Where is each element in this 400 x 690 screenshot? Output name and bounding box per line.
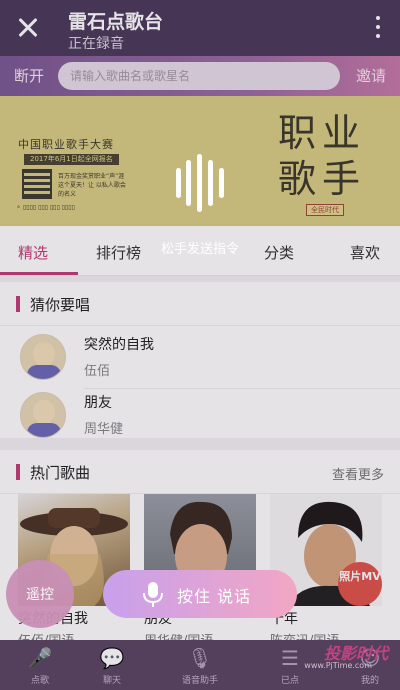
banner-big-text: 职业歌手 (278, 111, 367, 201)
guess-section-header: 猜你要唱 (0, 282, 400, 326)
hold-to-talk-button[interactable]: 按住 说话 (103, 570, 297, 618)
hot-section-header: 热门歌曲 查看更多 (0, 450, 400, 494)
mv-badge: 照片MV (338, 562, 382, 606)
search-bar: 断开 邀请 (0, 56, 400, 96)
list-icon: ☰ (281, 646, 299, 670)
tab-favorites[interactable]: 喜欢 (350, 242, 380, 263)
see-more-link[interactable]: 查看更多 (332, 464, 384, 483)
talk-button-label: 按住 说话 (177, 587, 252, 606)
hot-section-title: 热门歌曲 (30, 464, 91, 482)
nav-label: 聊天 (102, 676, 121, 686)
section-marker (16, 296, 20, 312)
close-icon[interactable] (14, 14, 42, 42)
watermark-url: www.PjTime.com (304, 661, 372, 670)
voice-recording-overlay: 松手发送指令 (142, 150, 258, 268)
tab-featured[interactable]: 精选 (18, 242, 48, 263)
nav-item-chat[interactable]: 💬 聊天 (72, 640, 152, 690)
nav-label: 语音助手 (181, 676, 218, 686)
nav-item-songs[interactable]: 🎤 点歌 (0, 640, 80, 690)
sound-wave-bar (197, 154, 202, 212)
list-item[interactable]: 突然的自我 伍佰 (0, 330, 400, 389)
song-name: 突然的自我 (84, 337, 154, 353)
avatar (20, 392, 66, 438)
chat-bubble-icon: 💬 (99, 646, 125, 670)
qr-code-icon (22, 169, 52, 199)
tab-categories[interactable]: 分类 (264, 242, 294, 263)
sound-wave-bar (176, 168, 181, 198)
hot-song-artist: 伍佰/国语 (18, 630, 74, 640)
banner-left-title: 中国职业歌手大赛 (18, 138, 114, 151)
tab-ranking[interactable]: 排行榜 (96, 242, 141, 263)
nav-label: 我的 (360, 676, 379, 686)
search-input[interactable] (58, 62, 340, 90)
hot-song-artist: 周华健/国语 (144, 630, 213, 640)
guess-section-title: 猜你要唱 (30, 296, 91, 314)
song-artist: 周华健 (84, 422, 124, 437)
banner-tag: 全民时代 (306, 204, 344, 216)
app-root: 雷石点歌台 正在録音 断开 邀请 中国职业歌手大赛 2017年6月1日起全网报名… (0, 0, 400, 690)
nav-label: 已点 (280, 676, 299, 686)
remote-control-button[interactable]: 遥控 (6, 560, 74, 628)
hot-song-artist: 陈奕迅/国语 (270, 630, 339, 640)
song-artist: 伍佰 (84, 364, 111, 379)
recording-status: 正在録音 (68, 36, 124, 52)
more-menu-icon[interactable] (374, 16, 382, 42)
page-title: 雷石点歌台 (68, 11, 164, 33)
microphone-icon (143, 582, 163, 607)
section-marker (16, 464, 20, 480)
banner-date: 2017年6月1日起全网报名 (24, 154, 119, 165)
invite-button[interactable]: 邀请 (356, 65, 386, 86)
nav-item-voice-assistant[interactable]: 🎙 语音助手 (160, 640, 240, 690)
banner-sponsors: ⚬ ▯▯▯▯ ▯▯▯ ▯▯▯ ▯▯▯▯ (16, 204, 75, 211)
microphone-icon: 🎤 (27, 646, 53, 670)
disconnect-button[interactable]: 断开 (14, 65, 44, 86)
avatar (20, 334, 66, 380)
song-name: 朋友 (84, 395, 112, 411)
sound-wave-bar (186, 160, 191, 206)
voice-hint-text: 松手发送指令 (160, 242, 239, 257)
sound-wave-bar (219, 168, 224, 198)
banner-qr-text: 百万现金奖赏职业“声”涯 这个夏天！让 以私人歌会的名义 (58, 173, 126, 198)
sound-wave-bar (208, 160, 213, 206)
guess-section: 猜你要唱 突然的自我 伍佰 朋友 周华健 (0, 282, 400, 438)
active-tab-indicator (0, 272, 78, 275)
nav-label: 点歌 (30, 676, 49, 686)
app-header: 雷石点歌台 正在録音 (0, 0, 400, 56)
list-item[interactable]: 朋友 周华健 (0, 388, 400, 446)
voice-mic-icon: 🎙 (187, 646, 213, 670)
